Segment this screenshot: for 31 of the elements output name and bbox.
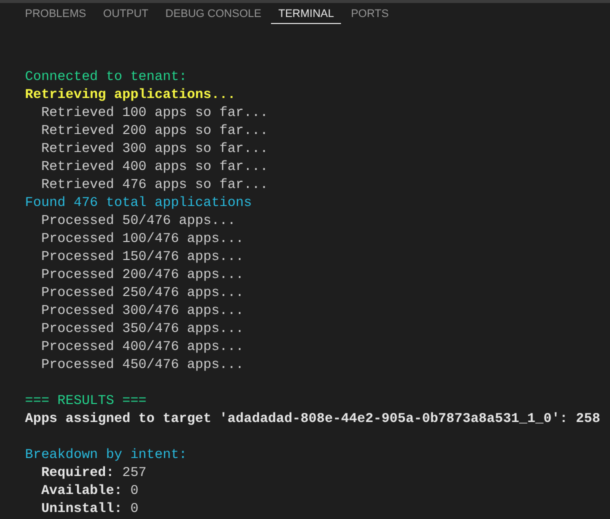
output-line: Processed 350/476 apps...: [40, 322, 244, 337]
output-line: Processed 450/476 apps...: [40, 358, 244, 373]
output-line: Breakdown by intent:: [25, 448, 188, 463]
output-line: Processed 50/476 apps...: [40, 214, 236, 229]
output-value: 257: [122, 466, 147, 481]
output-line: Retrieved 476 apps so far...: [40, 178, 268, 193]
output-line: Retrieved 100 apps so far...: [40, 106, 268, 121]
output-line: Processed 250/476 apps...: [40, 286, 244, 301]
panel-tab[interactable]: PORTS: [344, 3, 396, 24]
output-line: Found 476 total applications: [25, 196, 252, 211]
panel-tab[interactable]: DEBUG CONSOLE: [158, 3, 268, 24]
output-label: Available:: [40, 484, 122, 499]
output-line: Processed 400/476 apps...: [40, 340, 244, 355]
output-line: Apps assigned to target 'adadadad-808e-44e2-905a-0b7873a8a531_1_0': 258: [25, 412, 600, 427]
output-line: Processed 100/476 apps...: [40, 232, 244, 247]
output-line: Connected to tenant:: [25, 70, 188, 85]
output-value: 0: [130, 484, 138, 499]
output-line: Retrieved 300 apps so far...: [40, 142, 268, 157]
output-line: Processed 200/476 apps...: [40, 268, 244, 283]
output-line: Processed 300/476 apps...: [40, 304, 244, 319]
output-label: Uninstall:: [40, 502, 122, 517]
output-line: Processed 150/476 apps...: [40, 250, 244, 265]
output-line: === RESULTS ===: [25, 394, 147, 409]
output-label: Required:: [40, 466, 114, 481]
panel-tab[interactable]: TERMINAL: [271, 3, 341, 24]
output-line: Retrieved 400 apps so far...: [40, 160, 268, 175]
output-line: Retrieved 200 apps so far...: [40, 124, 268, 139]
output-line: Retrieving applications...: [25, 88, 236, 103]
output-value: 0: [130, 502, 138, 517]
panel-tab[interactable]: OUTPUT: [96, 3, 156, 24]
panel-tab[interactable]: PROBLEMS: [18, 3, 94, 24]
